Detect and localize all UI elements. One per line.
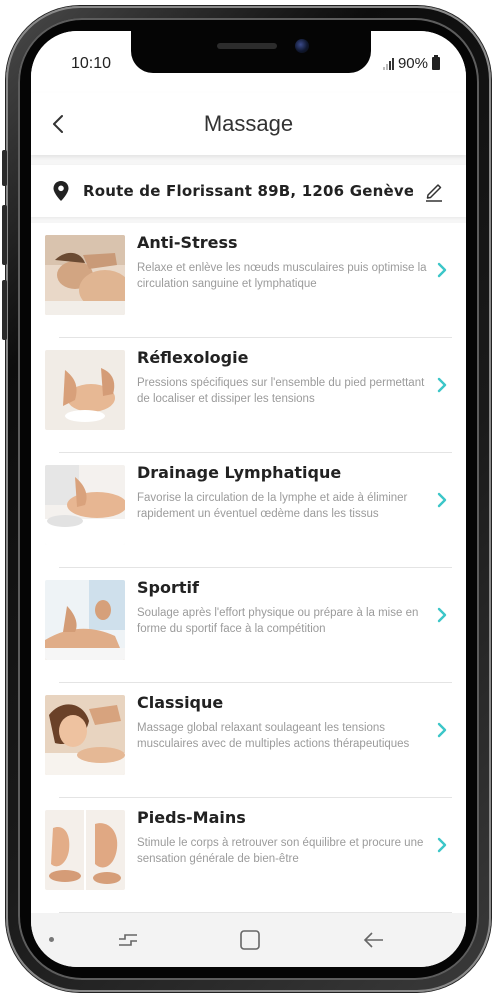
app-header: Massage [31, 93, 466, 155]
service-list: Anti-Stress Relaxe et enlève les nœuds m… [31, 223, 466, 913]
app-screen: 10:10 90% Massage Route de Florissant 89… [31, 31, 466, 967]
service-item-sportif[interactable]: Sportif Soulage après l'effort physique … [31, 568, 466, 683]
service-title: Réflexologie [137, 348, 249, 367]
service-title: Drainage Lymphatique [137, 463, 342, 482]
chevron-right-icon [437, 837, 447, 853]
service-description: Pressions spécifiques sur l'ensemble du … [137, 377, 425, 405]
speaker-grille [217, 43, 277, 49]
anti-stress-thumbnail [45, 235, 125, 315]
status-time: 10:10 [71, 55, 112, 72]
page-title: Massage [203, 111, 294, 136]
side-button [2, 280, 7, 340]
chevron-right-icon [437, 722, 447, 738]
address-text: Route de Florissant 89B, 1206 Genève, S [83, 182, 413, 200]
service-item-pieds-mains[interactable]: Pieds-Mains Stimule le corps à retrouver… [31, 798, 466, 913]
side-button [2, 205, 7, 265]
home-icon[interactable] [237, 927, 263, 953]
service-item-classique[interactable]: Classique Massage global relaxant soulag… [31, 683, 466, 798]
classique-thumbnail [45, 695, 125, 775]
navigation-bar [31, 913, 466, 967]
address-bar[interactable]: Route de Florissant 89B, 1206 Genève, S [31, 165, 466, 217]
front-camera [295, 39, 309, 53]
status-bar: 10:10 90% [31, 31, 466, 93]
service-title: Sportif [137, 578, 199, 597]
service-title: Pieds-Mains [137, 808, 246, 827]
service-description: Stimule le corps à retrouver son équilib… [137, 837, 424, 865]
battery-percent: 90% [397, 55, 428, 72]
signal-icon [382, 57, 394, 70]
service-item-reflexologie[interactable]: Réflexologie Pressions spécifiques sur l… [31, 338, 466, 453]
service-title: Classique [137, 693, 224, 712]
back-arrow-icon[interactable] [361, 927, 387, 953]
service-description: Soulage après l'effort physique ou prépa… [137, 607, 419, 635]
battery-icon [432, 55, 440, 70]
service-description: Massage global relaxant soulageant les t… [137, 722, 410, 750]
drainage-lymphatique-thumbnail [45, 465, 125, 545]
recents-icon[interactable] [115, 927, 141, 953]
sportif-thumbnail [45, 580, 125, 660]
side-button [2, 150, 7, 186]
pieds-mains-thumbnail [45, 810, 125, 890]
service-description: Relaxe et enlève les nœuds musculaires p… [137, 262, 427, 290]
location-pin-icon [53, 181, 69, 201]
status-indicators: 90% [382, 55, 440, 72]
reflexologie-thumbnail [45, 350, 125, 430]
service-item-anti-stress[interactable]: Anti-Stress Relaxe et enlève les nœuds m… [31, 223, 466, 338]
camera-notch [131, 31, 371, 73]
chevron-right-icon [437, 607, 447, 623]
service-item-drainage-lymphatique[interactable]: Drainage Lymphatique Favorise la circula… [31, 453, 466, 568]
chevron-right-icon [437, 262, 447, 278]
service-title: Anti-Stress [137, 233, 238, 252]
pencil-icon[interactable] [424, 180, 444, 202]
chevron-right-icon [437, 492, 447, 508]
dot-indicator-icon [49, 937, 54, 942]
service-description: Favorise la circulation de la lymphe et … [137, 492, 408, 520]
chevron-right-icon [437, 377, 447, 393]
